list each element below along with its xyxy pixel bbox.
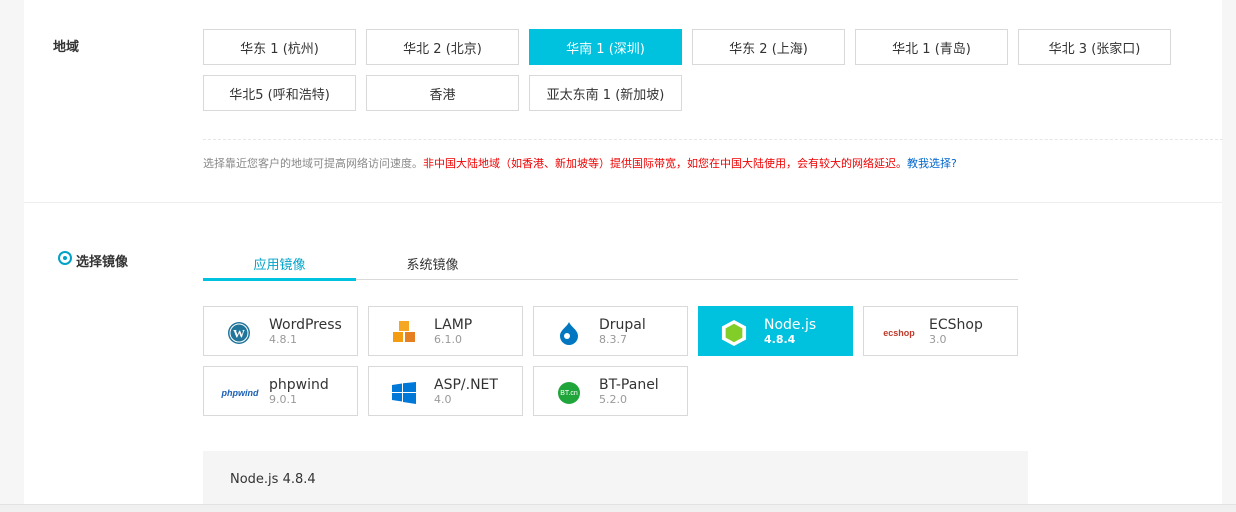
image-name: Drupal: [599, 317, 646, 333]
region-label: 地域: [53, 40, 80, 55]
wordpress-icon: W: [226, 320, 252, 346]
windows-icon: [391, 380, 417, 406]
ecshop-icon: ecshop: [883, 328, 915, 338]
image-version: 9.0.1: [269, 393, 297, 406]
image-name: WordPress: [269, 317, 342, 333]
drupal-icon: [556, 320, 582, 346]
image-version: 4.8.1: [269, 333, 297, 346]
svg-text:W: W: [233, 327, 245, 341]
image-version: 6.1.0: [434, 333, 462, 346]
image-tile-wordpress[interactable]: W WordPress 4.8.1: [203, 306, 358, 356]
tab-app-image[interactable]: 应用镜像: [203, 248, 356, 281]
image-name: Node.js: [764, 317, 817, 333]
region-option-singapore[interactable]: 亚太东南 1 (新加坡): [529, 75, 682, 111]
image-name: phpwind: [269, 377, 329, 393]
image-tile-drupal[interactable]: Drupal 8.3.7: [533, 306, 688, 356]
region-option-hangzhou[interactable]: 华东 1 (杭州): [203, 29, 356, 65]
region-option-huhehaote[interactable]: 华北5 (呼和浩特): [203, 75, 356, 111]
region-option-shanghai[interactable]: 华东 2 (上海): [692, 29, 845, 65]
image-version: 3.0: [929, 333, 947, 346]
region-option-qingdao[interactable]: 华北 1 (青岛): [855, 29, 1008, 65]
image-tile-btpanel[interactable]: BT.cn BT-Panel 5.2.0: [533, 366, 688, 416]
image-name: ASP/.NET: [434, 377, 498, 393]
phpwind-icon: phpwind: [221, 388, 259, 398]
image-tile-aspnet[interactable]: ASP/.NET 4.0: [368, 366, 523, 416]
region-option-shenzhen[interactable]: 华南 1 (深圳): [529, 29, 682, 65]
image-tile-ecshop[interactable]: ecshop ECShop 3.0: [863, 306, 1018, 356]
region-hint-normal: 选择靠近您客户的地域可提高网络访问速度。: [203, 157, 423, 170]
region-help-link[interactable]: 教我选择?: [907, 157, 957, 170]
nodejs-icon: [721, 320, 747, 346]
image-version: 4.8.4: [764, 333, 796, 346]
lamp-icon: [391, 320, 417, 346]
region-option-hongkong[interactable]: 香港: [366, 75, 519, 111]
region-hint: 选择靠近您客户的地域可提高网络访问速度。非中国大陆地域（如香港、新加坡等）提供国…: [203, 155, 957, 171]
selected-image-info: Node.js 4.8.4: [203, 451, 1028, 511]
image-version: 8.3.7: [599, 333, 627, 346]
image-name: LAMP: [434, 317, 473, 333]
image-name: BT-Panel: [599, 377, 659, 393]
image-tile-lamp[interactable]: LAMP 6.1.0: [368, 306, 523, 356]
image-tile-phpwind[interactable]: phpwind phpwind 9.0.1: [203, 366, 358, 416]
image-label: 选择镜像: [76, 255, 129, 270]
image-version: 4.0: [434, 393, 452, 406]
tab-system-image[interactable]: 系统镜像: [356, 248, 509, 279]
image-tabs: 应用镜像 系统镜像: [203, 248, 1018, 281]
target-icon: [58, 251, 72, 265]
image-version: 5.2.0: [599, 393, 627, 406]
dashed-divider: [203, 139, 1223, 140]
region-option-beijing[interactable]: 华北 2 (北京): [366, 29, 519, 65]
selected-image-text: Node.js 4.8.4: [230, 472, 316, 487]
image-tile-nodejs[interactable]: Node.js 4.8.4: [698, 306, 853, 356]
section-divider: [24, 202, 1222, 203]
region-hint-warning: 非中国大陆地域（如香港、新加坡等）提供国际带宽，如您在中国大陆使用，会有较大的网…: [423, 157, 907, 170]
region-option-zhangjiakou[interactable]: 华北 3 (张家口): [1018, 29, 1171, 65]
image-name: ECShop: [929, 317, 983, 333]
btpanel-icon: BT.cn: [556, 380, 582, 406]
